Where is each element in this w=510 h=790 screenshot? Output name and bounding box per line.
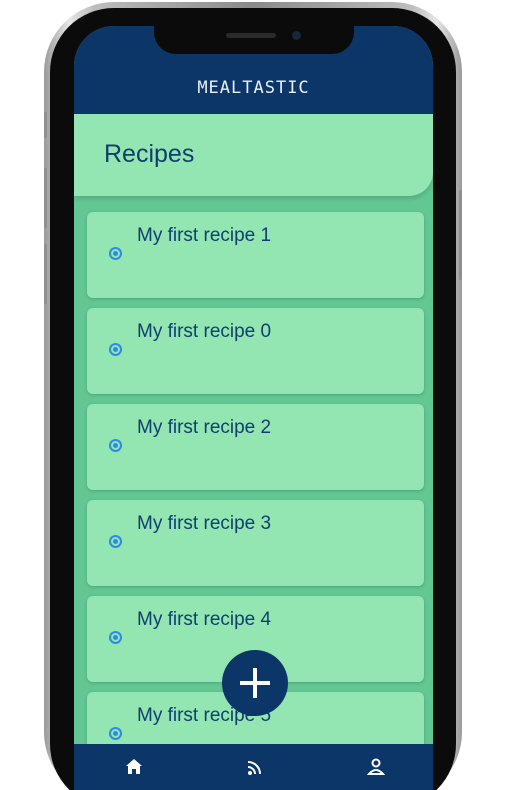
user-icon	[366, 758, 386, 775]
add-recipe-button[interactable]	[222, 650, 288, 716]
recipe-card[interactable]: My first recipe 0	[87, 308, 424, 394]
volume-up-button	[44, 168, 47, 228]
radio-icon[interactable]	[109, 535, 122, 548]
recipe-title: My first recipe 2	[137, 417, 272, 438]
home-icon	[126, 759, 142, 774]
recipe-card[interactable]: My first recipe 3	[87, 500, 424, 586]
radio-icon[interactable]	[109, 631, 122, 644]
bottom-navigation	[74, 744, 433, 790]
phone-mockup: MEALTASTIC My first recipe 1 My first re…	[0, 0, 510, 790]
recipe-card[interactable]: My first recipe 2	[87, 404, 424, 490]
page-title: Recipes	[104, 140, 195, 168]
front-camera	[292, 31, 301, 40]
recipe-card[interactable]: My first recipe 1	[87, 212, 424, 298]
phone-notch	[154, 26, 354, 54]
nav-profile[interactable]	[364, 756, 388, 778]
radio-icon[interactable]	[109, 439, 122, 452]
nav-feed[interactable]	[243, 756, 267, 778]
rss-feed-icon	[247, 761, 261, 775]
speaker	[226, 33, 276, 38]
recipe-title: My first recipe 1	[137, 225, 272, 246]
mute-switch	[44, 112, 47, 138]
app-screen: MEALTASTIC My first recipe 1 My first re…	[74, 26, 433, 790]
section-header: Recipes	[74, 114, 433, 196]
recipe-title: My first recipe 3	[137, 513, 272, 534]
recipe-title: My first recipe 0	[137, 321, 272, 342]
volume-down-button	[44, 244, 47, 304]
radio-icon[interactable]	[109, 247, 122, 260]
radio-icon[interactable]	[109, 727, 122, 740]
power-button	[459, 190, 462, 280]
nav-home[interactable]	[122, 756, 146, 778]
radio-icon[interactable]	[109, 343, 122, 356]
recipe-title: My first recipe 4	[137, 609, 272, 630]
plus-icon	[240, 668, 270, 698]
